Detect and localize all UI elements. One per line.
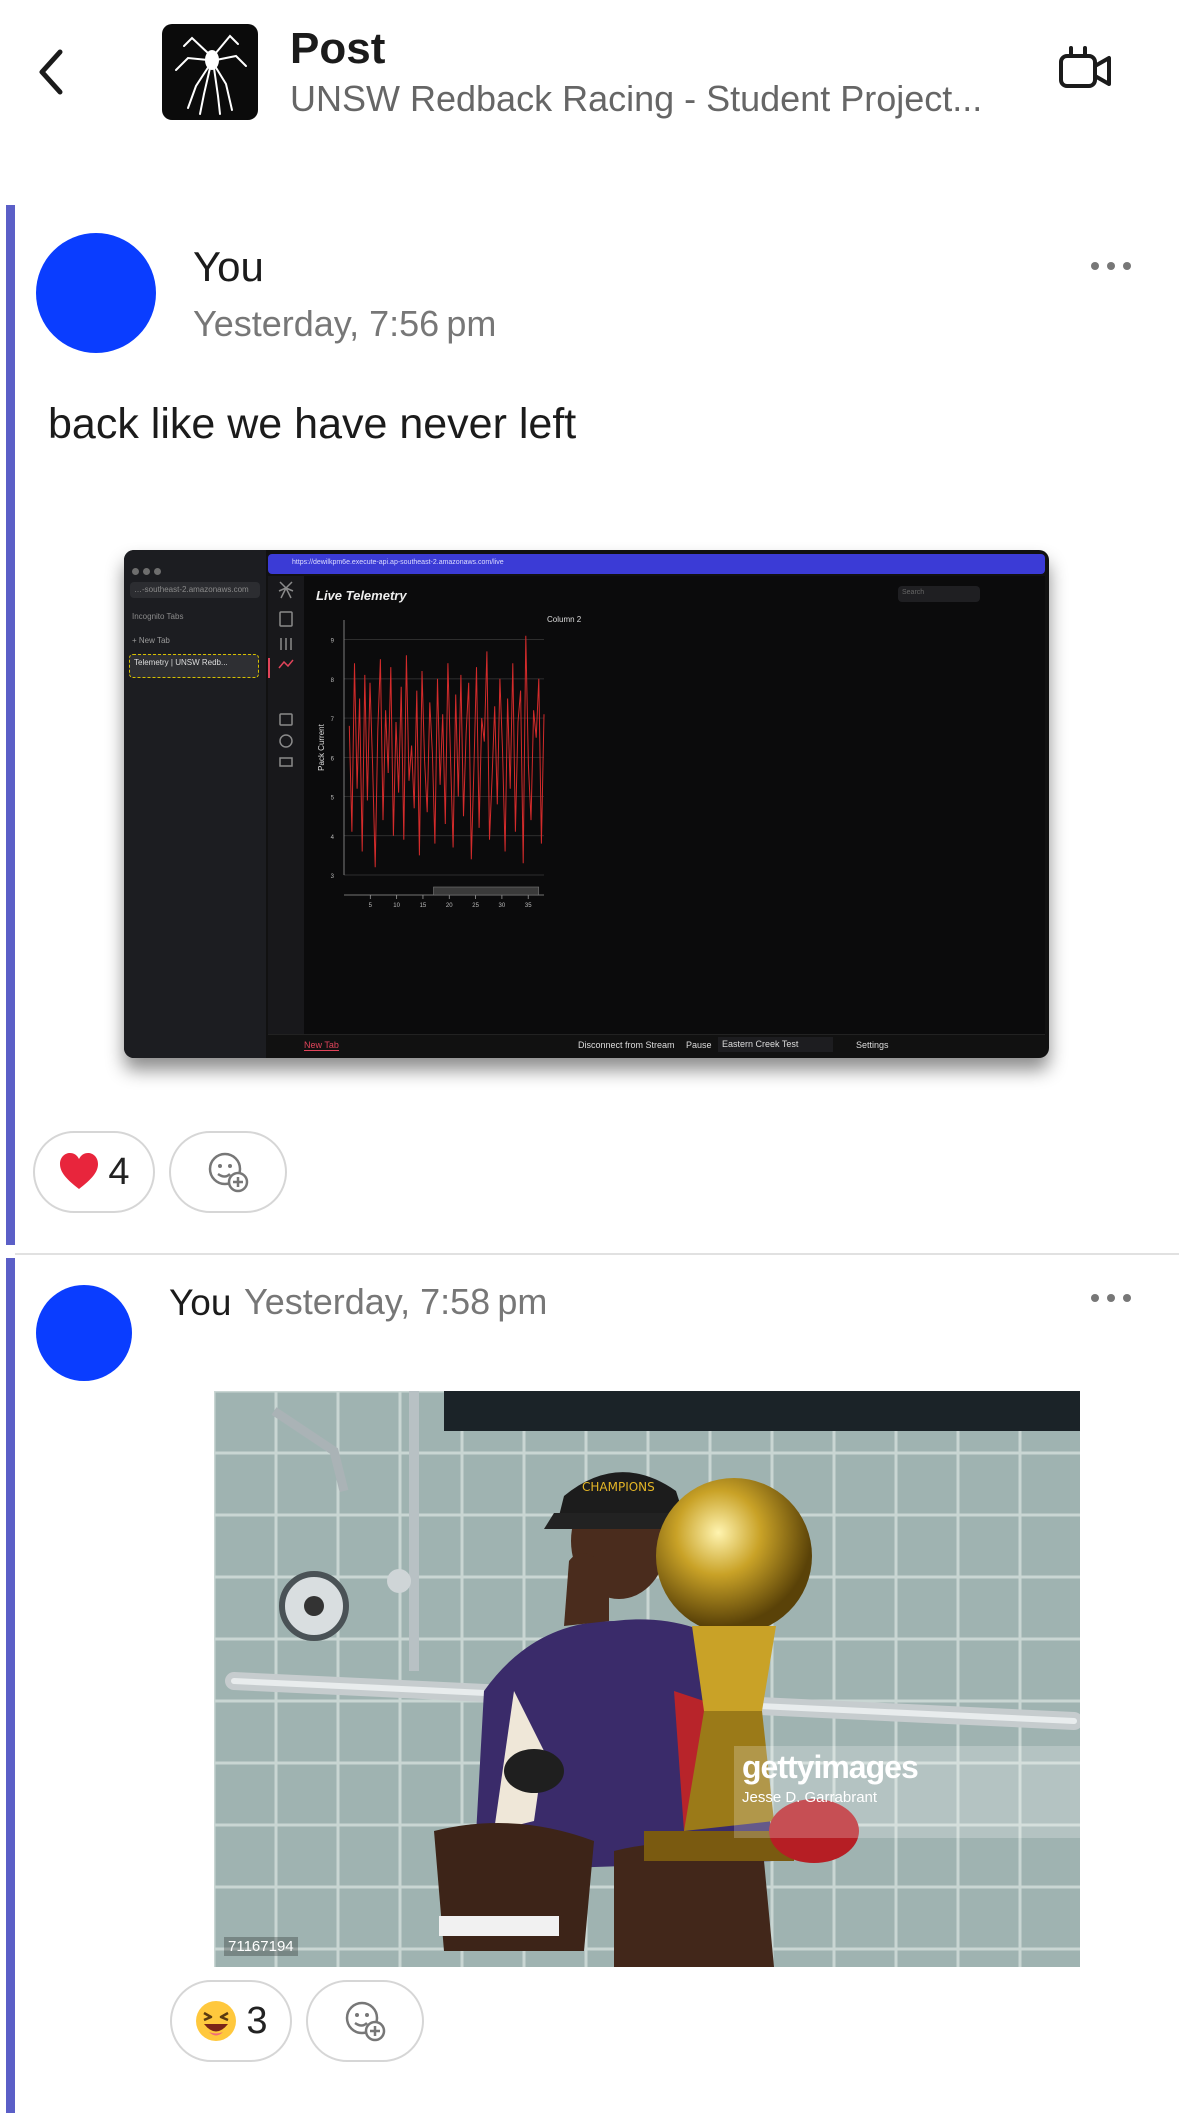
app-status-bar: New Tab Disconnect from Stream Pause Eas… xyxy=(268,1034,1045,1054)
post-author[interactable]: You xyxy=(193,243,264,291)
x-tick-label: 30 xyxy=(499,903,506,909)
document-icon xyxy=(279,611,293,627)
top-bar: Post UNSW Redback Racing - Student Proje… xyxy=(0,0,1179,150)
app-nav-rail xyxy=(268,576,304,1054)
pack-current-chart: 3 4 5 6 7 8 9 5 10 15 20 25 30 35 Pack Current Column 2 xyxy=(317,615,582,909)
disconnect-stream-button: Disconnect from Stream xyxy=(578,1040,675,1050)
laughing-emoji-icon xyxy=(196,2001,237,2041)
pause-button: Pause xyxy=(686,1040,712,1050)
post-text: back like we have never left xyxy=(48,400,577,448)
new-tab-item: + New Tab xyxy=(132,636,170,645)
range-brush xyxy=(433,886,540,896)
spider-logo-icon xyxy=(175,34,247,115)
watermark-brand: gettyimages xyxy=(742,1749,919,1785)
browser-sidebar: …-southeast-2.amazonaws.com Incognito Ta… xyxy=(124,550,266,1058)
app-title: Live Telemetry xyxy=(316,588,407,603)
attached-photo[interactable]: CHAMPIONS gettyimages Jesse D. Garrabran… xyxy=(214,1391,1080,1967)
reaction-laugh[interactable]: 3 xyxy=(170,1980,292,2062)
x-tick-label: 10 xyxy=(393,903,400,909)
legend-label: Column 2 xyxy=(547,615,582,624)
telemetry-app: Live Telemetry Search 3 4 5 6 7 8 9 5 10 15 20 25 30… xyxy=(268,576,1045,1054)
sidebar-url: …-southeast-2.amazonaws.com xyxy=(130,582,260,598)
x-tick-label: 5 xyxy=(369,903,373,909)
y-tick-label: 9 xyxy=(331,639,335,645)
heart-icon xyxy=(60,1153,99,1189)
y-tick-label: 8 xyxy=(331,678,335,684)
reaction-count: 3 xyxy=(246,1999,268,2042)
channel-name[interactable]: UNSW Redback Racing - Student Project... xyxy=(290,78,1020,120)
bottom-tab: New Tab xyxy=(304,1040,339,1051)
y-tick-label: 5 xyxy=(331,796,335,802)
back-arrow-icon[interactable] xyxy=(20,40,80,100)
page-title: Post xyxy=(290,24,386,73)
add-reaction-icon xyxy=(208,1152,249,1193)
reaction-count: 4 xyxy=(108,1150,130,1193)
x-tick-label: 25 xyxy=(472,903,479,909)
post-timestamp: Yesterday, 7:58 pm xyxy=(244,1281,548,1322)
telemetry-screenshot[interactable]: …-southeast-2.amazonaws.com Incognito Ta… xyxy=(124,550,1049,1058)
thread-indicator xyxy=(6,205,15,1245)
more-options-icon[interactable] xyxy=(1087,1288,1137,1308)
nav-rail-icons xyxy=(268,581,294,767)
y-tick-label: 6 xyxy=(331,756,335,762)
avatar[interactable] xyxy=(36,1285,132,1381)
incognito-label: Incognito Tabs xyxy=(132,612,184,621)
post-timestamp: Yesterday, 7:56 pm xyxy=(193,303,497,344)
reaction-heart[interactable]: 4 xyxy=(33,1131,155,1213)
y-tick-label: 7 xyxy=(331,717,335,723)
browser-url-bar: https://dewilkpm6e.execute-api.ap-southe… xyxy=(268,554,1045,574)
photo-illustration: CHAMPIONS xyxy=(214,1391,1080,1967)
add-reaction-icon xyxy=(345,2001,386,2042)
sliders-icon xyxy=(280,638,292,650)
video-call-icon[interactable] xyxy=(1055,40,1115,100)
app-search: Search xyxy=(898,586,980,602)
image-id: 71167194 xyxy=(224,1937,298,1956)
spider-icon xyxy=(278,581,294,599)
x-tick-label: 35 xyxy=(525,903,532,909)
avatar[interactable] xyxy=(36,233,156,353)
svg-text:CHAMPIONS: CHAMPIONS xyxy=(582,1480,655,1494)
y-axis-label: Pack Current xyxy=(317,723,326,770)
settings-button: Settings xyxy=(856,1040,889,1050)
team-logo[interactable] xyxy=(162,24,258,120)
trend-icon xyxy=(278,659,294,669)
active-tab-item: Telemetry | UNSW Redb... xyxy=(129,654,259,678)
x-tick-label: 15 xyxy=(420,903,427,909)
session-select: Eastern Creek Test xyxy=(718,1037,833,1052)
add-reaction-button[interactable] xyxy=(169,1131,287,1213)
post-author[interactable]: You xyxy=(169,1282,231,1324)
add-reaction-button[interactable] xyxy=(306,1980,424,2062)
window-controls xyxy=(132,562,192,575)
grid-icon xyxy=(279,713,293,726)
laptop-icon xyxy=(279,757,293,767)
y-tick-label: 4 xyxy=(331,835,335,841)
series-line-column-2 xyxy=(348,635,545,868)
post-divider xyxy=(15,1253,1179,1255)
thread-indicator xyxy=(6,1258,15,2113)
y-tick-label: 3 xyxy=(331,874,335,880)
x-tick-label: 20 xyxy=(446,903,453,909)
cycle-icon xyxy=(279,734,293,748)
more-options-icon[interactable] xyxy=(1087,256,1137,276)
watermark-credit: Jesse D. Garrabrant xyxy=(742,1789,878,1806)
